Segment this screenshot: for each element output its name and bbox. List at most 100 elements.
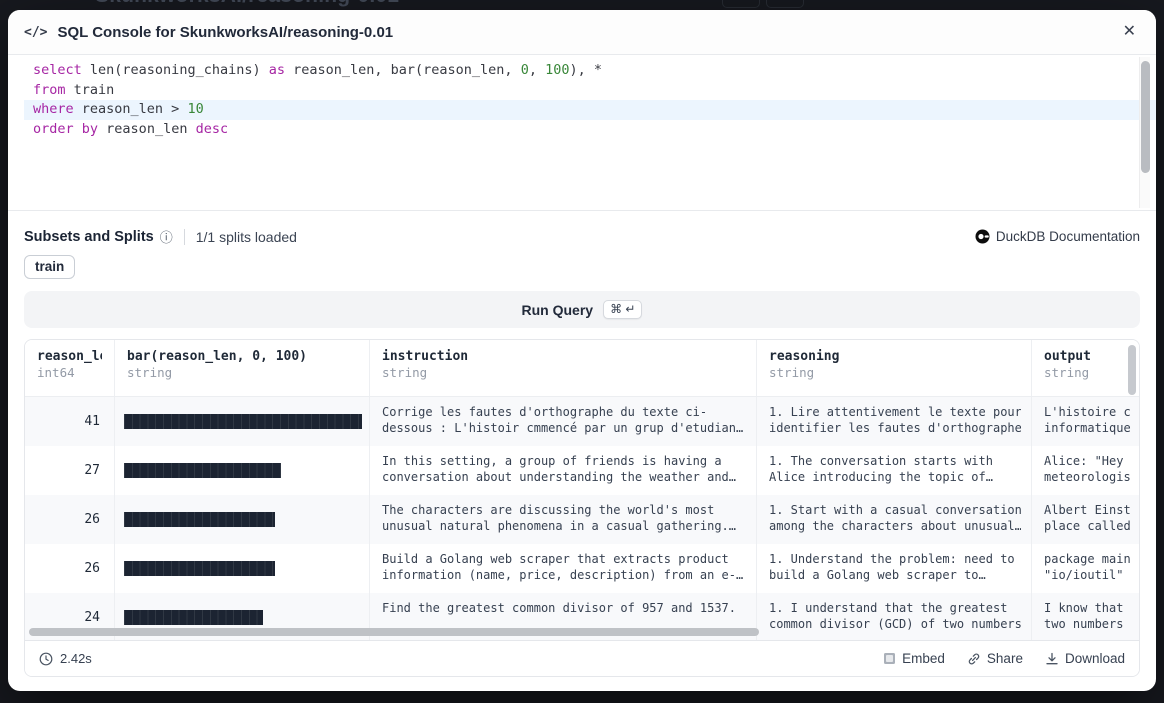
info-icon[interactable]: ⓘ	[160, 227, 173, 246]
code-icon: </>	[24, 25, 47, 40]
cell-output: package main "io/ioutil" "	[1031, 544, 1139, 593]
sql-keyword: desc	[196, 121, 229, 137]
cell-instruction: Corrige les fautes d'orthographe du text…	[369, 397, 756, 446]
column-name: reasoning	[769, 349, 1019, 364]
divider	[184, 229, 185, 245]
table-row[interactable]: 26 Build a Golang web scraper that extrac…	[25, 544, 1139, 593]
split-chip-train[interactable]: train	[24, 255, 75, 279]
cell-line: among the characters about unusual…	[769, 518, 1021, 534]
sql-code-line[interactable]: from train	[24, 81, 1156, 101]
cell-instruction: Build a Golang web scraper that extracts…	[369, 544, 756, 593]
cell-line: 1. Understand the problem: need to	[769, 551, 1021, 567]
column-name: instruction	[382, 349, 744, 364]
sql-console-modal: </> SQL Console for SkunkworksAI/reasoni…	[8, 10, 1156, 691]
cell-reasoning: 1. Understand the problem: need tobuild …	[756, 544, 1031, 593]
close-icon[interactable]: ✕	[1119, 20, 1140, 44]
sql-code-line[interactable]: where reason_len > 10	[24, 100, 1156, 120]
bar-chart-fill	[124, 610, 263, 625]
bar-chart-fill	[124, 414, 362, 429]
column-header-output: outputstring	[1031, 340, 1140, 396]
editor-scrollbar-thumb[interactable]	[1141, 61, 1150, 173]
cell-line: The characters are discussing the world'…	[382, 502, 746, 518]
column-name: reason_len	[37, 349, 102, 364]
cell-line: place called	[1044, 518, 1131, 534]
background-page-title: SkunkworksAI/reasoning-0.01	[95, 0, 399, 8]
column-header-reasoning: reasoningstring	[756, 340, 1031, 396]
duckdb-documentation-link[interactable]: DuckDB Documentation	[975, 229, 1140, 244]
cell-output: Albert Einsteplace called	[1031, 495, 1139, 544]
cell-instruction: The characters are discussing the world'…	[369, 495, 756, 544]
sql-editor-lines: select len(reasoning_chains) as reason_l…	[24, 61, 1156, 139]
column-header-reason-len: reason_lenint64	[25, 340, 114, 396]
run-query-button[interactable]: Run Query ⌘ ↵	[24, 291, 1140, 328]
column-header-bar-reason-len-0-100-: bar(reason_len, 0, 100)string	[114, 340, 369, 396]
cell-line: In this setting, a group of friends is h…	[382, 453, 746, 469]
cell-line: Albert Einste	[1044, 502, 1131, 518]
cell-line: Corrige les fautes d'orthographe du text…	[382, 404, 746, 420]
embed-button[interactable]: Embed	[883, 651, 945, 666]
sql-keyword: order	[33, 121, 74, 137]
cell-line: 1. Lire attentivement le texte pour	[769, 404, 1021, 420]
cell-line: "io/ioutil" "	[1044, 567, 1131, 583]
cell-line: L'histoire co	[1044, 404, 1131, 420]
keyboard-shortcut-badge: ⌘ ↵	[603, 300, 642, 319]
cell-line: 1. I understand that the greatest	[769, 600, 1021, 616]
sql-keyword: by	[82, 121, 98, 137]
background-button-fragment	[766, 0, 804, 8]
column-type: string	[1044, 365, 1129, 380]
column-type: string	[127, 365, 357, 380]
results-table-body[interactable]: 41Corrige les fautes d'orthographe du te…	[25, 397, 1139, 640]
cell-line: information (name, price, description) f…	[382, 567, 746, 583]
cell-output: L'histoire coinformatique	[1031, 397, 1139, 446]
sql-text	[74, 121, 82, 137]
embed-icon	[883, 652, 896, 665]
column-type: string	[769, 365, 1019, 380]
link-icon	[967, 652, 981, 666]
table-row[interactable]: 26The characters are discussing the worl…	[25, 495, 1139, 544]
cell-line: unusual natural phenomena in a casual ga…	[382, 518, 746, 534]
cell-reason-len: 26	[25, 544, 114, 593]
horizontal-scrollbar-thumb[interactable]	[29, 628, 759, 636]
cell-output: Alice: "Hey gmeteorologist	[1031, 446, 1139, 495]
sql-editor[interactable]: select len(reasoning_chains) as reason_l…	[8, 55, 1156, 211]
sql-text: ,	[529, 62, 545, 78]
embed-label: Embed	[902, 651, 945, 666]
query-duration-value: 2.42s	[60, 651, 92, 666]
sql-number: 10	[187, 101, 203, 117]
cell-bar	[114, 397, 369, 446]
vertical-scrollbar-thumb[interactable]	[1128, 345, 1136, 395]
duckdb-logo-icon	[975, 229, 990, 244]
cell-reasoning: 1. I understand that the greatestcommon …	[756, 593, 1031, 640]
column-name: output	[1044, 349, 1129, 364]
cell-reasoning: 1. Lire attentivement le texte pourident…	[756, 397, 1031, 446]
run-query-label: Run Query	[522, 302, 594, 318]
cell-reasoning: 1. The conversation starts withAlice int…	[756, 446, 1031, 495]
cell-line: 1. The conversation starts with	[769, 453, 1021, 469]
query-duration: 2.42s	[39, 651, 92, 666]
cell-line: package main	[1044, 551, 1131, 567]
sql-code-line[interactable]: select len(reasoning_chains) as reason_l…	[24, 61, 1156, 81]
share-label: Share	[987, 651, 1023, 666]
column-type: string	[382, 365, 744, 380]
results-footer: 2.42s Embed Share	[25, 640, 1139, 676]
cell-line: informatique	[1044, 420, 1131, 436]
cell-bar	[114, 544, 369, 593]
sql-text: train	[66, 82, 115, 98]
sql-code-line[interactable]: order by reason_len desc	[24, 120, 1156, 140]
share-button[interactable]: Share	[967, 651, 1023, 666]
table-row[interactable]: 27 In this setting, a group of friends is…	[25, 446, 1139, 495]
editor-scrollbar[interactable]	[1139, 57, 1150, 208]
sql-text: ), *	[569, 62, 602, 78]
cell-line: I know that t	[1044, 600, 1131, 616]
cell-line: Alice: "Hey g	[1044, 453, 1131, 469]
column-name: bar(reason_len, 0, 100)	[127, 349, 357, 364]
download-button[interactable]: Download	[1045, 651, 1125, 666]
table-row[interactable]: 41Corrige les fautes d'orthographe du te…	[25, 397, 1139, 446]
cell-line: meteorologist	[1044, 469, 1131, 485]
cell-reason-len: 27	[25, 446, 114, 495]
splits-row: train	[24, 255, 1140, 279]
cell-bar	[114, 446, 369, 495]
background-button-fragment	[722, 0, 760, 8]
sql-number: 0	[521, 62, 529, 78]
cell-line: dessous : L'histoir cmmencé par un grup …	[382, 420, 746, 436]
